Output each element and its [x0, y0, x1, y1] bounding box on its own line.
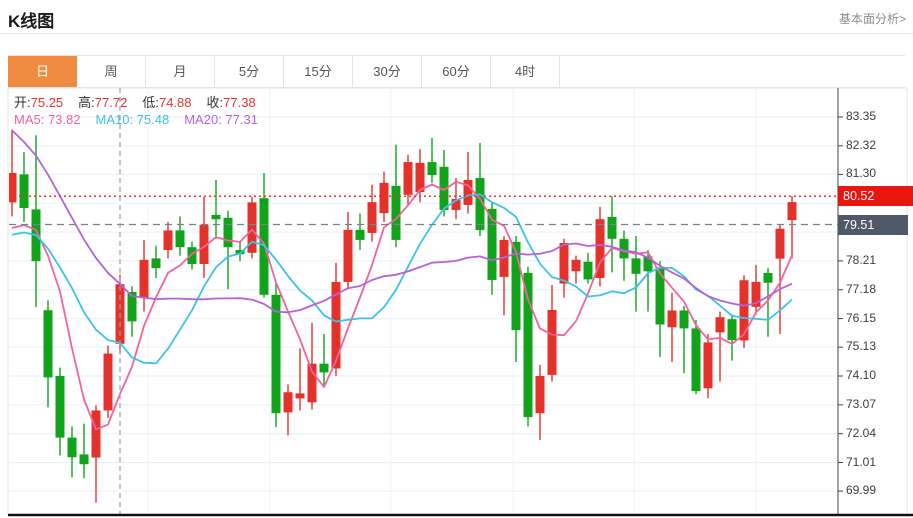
candle-49[interactable] — [596, 207, 605, 287]
y-axis-label: 71.01 — [846, 455, 902, 470]
candle-62[interactable] — [752, 265, 761, 315]
y-axis-label: 81.30 — [846, 166, 902, 181]
y-axis-label: 74.10 — [846, 368, 902, 383]
ohlc-item: 高:77.72 — [78, 95, 127, 110]
candle-35[interactable] — [428, 138, 437, 183]
ma20-line — [12, 130, 792, 312]
y-axis-label: 69.99 — [846, 483, 902, 498]
y-axis-label: 76.15 — [846, 311, 902, 326]
y-axis-label: 75.13 — [846, 339, 902, 354]
candle-58[interactable] — [704, 334, 713, 398]
candle-20[interactable] — [248, 197, 257, 259]
candle-23[interactable] — [284, 384, 293, 435]
candles-layer — [8, 130, 797, 503]
candle-48[interactable] — [584, 253, 593, 284]
y-axis-label: 83.35 — [846, 109, 902, 124]
ohlc-item: 低:74.88 — [142, 95, 191, 110]
ma10-line — [12, 194, 792, 363]
candle-21[interactable] — [260, 173, 269, 298]
candle-12[interactable] — [152, 246, 161, 278]
candle-56[interactable] — [680, 306, 689, 373]
candle-18[interactable] — [224, 211, 233, 289]
candle-17[interactable] — [212, 180, 221, 239]
ohlc-item: 收:77.38 — [207, 95, 256, 110]
candle-1[interactable] — [20, 152, 29, 222]
candle-22[interactable] — [272, 284, 281, 428]
crosshair-price-badge: 79.51 — [838, 215, 908, 235]
candle-54[interactable] — [656, 261, 665, 357]
candle-25[interactable] — [308, 323, 317, 410]
y-axis-label: 82.32 — [846, 138, 902, 153]
candle-4[interactable] — [56, 368, 65, 456]
candle-16[interactable] — [200, 197, 209, 278]
candle-64[interactable] — [776, 225, 785, 334]
ma-item: MA10: 75.48 — [96, 112, 170, 127]
candle-55[interactable] — [668, 293, 677, 362]
candle-28[interactable] — [344, 212, 353, 289]
y-axis-label: 73.07 — [846, 397, 902, 412]
kline-chart[interactable]: 开:75.25高:77.72低:74.88收:77.38 MA5: 73.82M… — [0, 0, 913, 518]
candle-57[interactable] — [692, 320, 701, 394]
ma-legend: MA5: 73.82 MA10: 75.48 MA20: 77.31 — [14, 112, 273, 127]
candle-51[interactable] — [620, 230, 629, 280]
candle-33[interactable] — [404, 155, 413, 205]
candle-60[interactable] — [728, 314, 737, 360]
last-price-badge: 80.52 — [838, 186, 913, 206]
candle-47[interactable] — [572, 256, 581, 284]
y-axis-label: 72.04 — [846, 426, 902, 441]
candle-6[interactable] — [80, 424, 89, 479]
candle-39[interactable] — [476, 143, 485, 236]
candle-24[interactable] — [296, 349, 305, 411]
y-axis-label: 78.21 — [846, 253, 902, 268]
candle-13[interactable] — [164, 222, 173, 258]
ma-item: MA20: 77.31 — [184, 112, 258, 127]
ohlc-item: 开:75.25 — [14, 95, 63, 110]
candle-46[interactable] — [560, 239, 569, 298]
candle-11[interactable] — [140, 240, 149, 312]
candle-44[interactable] — [536, 365, 545, 440]
candle-43[interactable] — [524, 267, 533, 427]
candle-40[interactable] — [488, 202, 497, 294]
candle-15[interactable] — [188, 242, 197, 270]
candle-30[interactable] — [368, 185, 377, 242]
ohlc-legend: 开:75.25 高:77.72 低:74.88 收:77.38 — [14, 92, 271, 111]
candle-8[interactable] — [104, 345, 113, 418]
kline-plot[interactable] — [0, 0, 913, 518]
candle-38[interactable] — [464, 152, 473, 214]
candle-14[interactable] — [176, 216, 185, 255]
candle-52[interactable] — [632, 236, 641, 312]
candle-41[interactable] — [500, 236, 509, 315]
candle-65[interactable] — [788, 196, 797, 258]
y-axis-label: 77.18 — [846, 282, 902, 297]
candle-29[interactable] — [356, 214, 365, 250]
candle-59[interactable] — [716, 312, 725, 382]
candle-3[interactable] — [44, 300, 53, 407]
ma-item: MA5: 73.82 — [14, 112, 81, 127]
